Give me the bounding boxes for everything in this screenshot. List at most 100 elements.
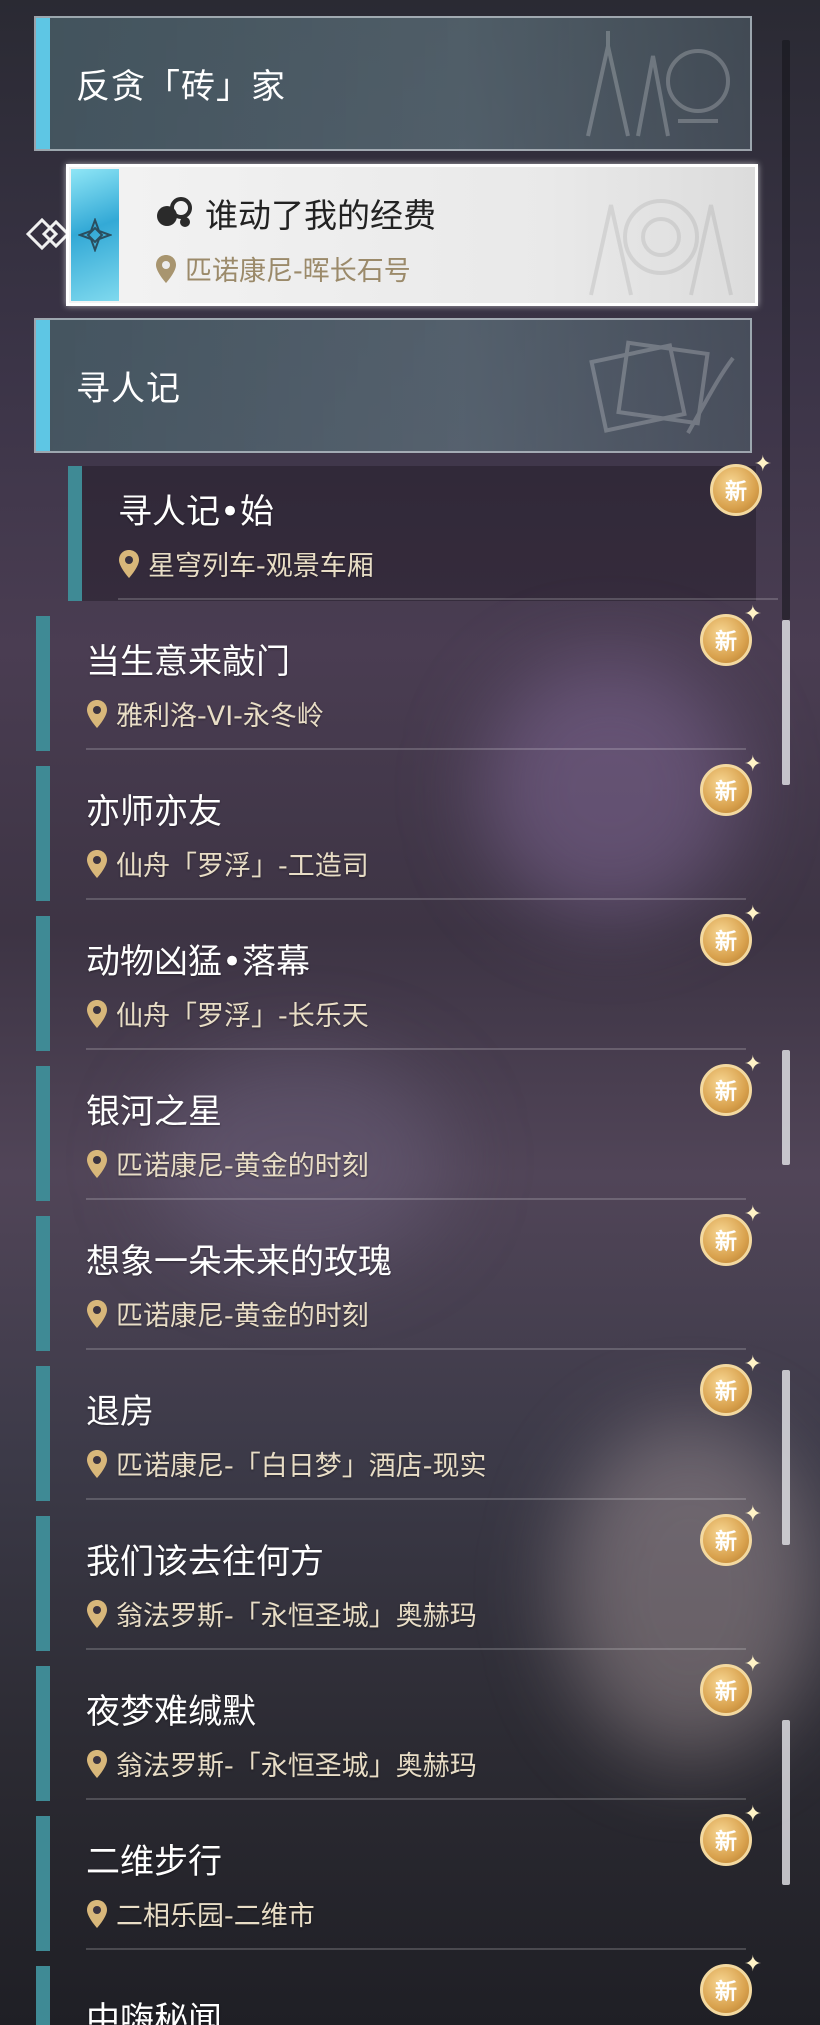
quest-title: 退房 [86,1392,154,1432]
quest-location: 星穹列车-观景车厢 [148,551,374,582]
quest-item[interactable]: 寻人记•始 星穹列车-观景车厢 [68,466,778,601]
quest-location-row: 二相乐园-二维市 [86,1894,315,1933]
quest-location: 翁法罗斯-「永恒圣城」奥赫玛 [116,1601,477,1632]
quest-item[interactable]: 中嗨秘闻 [36,1966,756,2025]
quest-location-row: 匹诺康尼-「白日梦」酒店-现实 [86,1444,487,1483]
category-label: 寻人记 [76,369,181,409]
card-emblem-icon [589,199,733,296]
divider [86,1798,746,1800]
category-header-anti-corruption[interactable]: 反贪「砖」家 [34,16,752,151]
selected-quest-location-row: 匹诺康尼-晖长石号 [155,249,411,288]
scrollbar-track[interactable] [782,40,790,620]
sparkle-icon: ✦ [753,452,772,477]
quest-item[interactable]: 我们该去往何方 翁法罗斯-「永恒圣城」奥赫玛 [36,1516,756,1651]
quest-location: 匹诺康尼-「白日梦」酒店-现实 [116,1451,487,1482]
quest-item[interactable]: 动物凶猛•落幕 仙舟「罗浮」-长乐天 [36,916,756,1051]
sparkle-icon: ✦ [743,902,762,927]
scrollbar-segment [782,1720,790,1885]
new-badge-icon: 新 ✦ [696,1504,762,1572]
quest-location-row: 匹诺康尼-黄金的时刻 [86,1294,369,1333]
category-label: 反贪「砖」家 [76,67,286,107]
quest-item[interactable]: 退房 匹诺康尼-「白日梦」酒店-现实 [36,1366,756,1501]
divider [86,1048,746,1050]
quest-location: 翁法罗斯-「永恒圣城」奥赫玛 [116,1751,477,1782]
crystal-marker [71,169,119,301]
selected-quest-title-row: 谁动了我的经费 [155,189,436,237]
quest-title: 二维步行 [86,1842,222,1882]
new-badge-icon: 新 ✦ [696,904,762,972]
map-pin-icon [87,999,107,1028]
quest-location: 仙舟「罗浮」-长乐天 [116,1001,369,1032]
quest-accent-bar [36,1366,50,1501]
category-accent [36,320,50,451]
quest-location-row: 仙舟「罗浮」-工造司 [86,844,369,883]
new-badge-icon: 新 ✦ [696,1054,762,1122]
map-pin-icon [87,1599,107,1628]
new-badge-icon: 新 ✦ [706,454,772,522]
category-emblem-icon [586,31,730,137]
new-badge-icon: 新 ✦ [696,1204,762,1272]
quest-location-row: 翁法罗斯-「永恒圣城」奥赫玛 [86,1744,477,1783]
quest-accent-bar [36,1816,50,1951]
new-badge-icon: 新 ✦ [696,604,762,672]
quest-item[interactable]: 银河之星 匹诺康尼-黄金的时刻 [36,1066,756,1201]
quest-title: 动物凶猛•落幕 [86,942,311,982]
selected-quest-location: 匹诺康尼-晖长石号 [185,256,411,287]
quest-title: 中嗨秘闻 [86,2000,222,2025]
category-header-missing-person[interactable]: 寻人记 [34,318,752,453]
quest-item[interactable]: 亦师亦友 仙舟「罗浮」-工造司 [36,766,756,901]
quest-title: 夜梦难缄默 [86,1692,256,1732]
quest-title: 亦师亦友 [86,792,222,832]
new-badge-icon: 新 ✦ [696,1804,762,1872]
divider [86,1948,746,1950]
quest-accent-bar [36,1216,50,1351]
map-pin-icon [87,1749,107,1778]
quest-item[interactable]: 二维步行 二相乐园-二维市 [36,1816,756,1951]
sparkle-icon: ✦ [743,1502,762,1527]
selected-quest-card[interactable]: 谁动了我的经费 匹诺康尼-晖长石号 [66,164,758,306]
sparkle-icon: ✦ [743,1202,762,1227]
sparkle-icon: ✦ [743,1952,762,1977]
new-badge-icon: 新 ✦ [696,1354,762,1422]
divider [86,1498,746,1500]
quest-location-row: 雅利洛-VI-永冬岭 [86,694,324,733]
new-badge-icon: 新 ✦ [696,1954,762,2022]
scrollbar-thumb[interactable] [782,620,790,785]
sparkle-icon: ✦ [743,1352,762,1377]
quest-title: 我们该去往何方 [86,1542,324,1582]
quest-accent-bar [36,766,50,901]
quest-accent-bar [36,1516,50,1651]
new-badge-icon: 新 ✦ [696,1654,762,1722]
scrollbar-segment [782,1370,790,1545]
sparkle-icon: ✦ [743,1802,762,1827]
map-pin-icon [156,254,176,283]
quest-item[interactable]: 夜梦难缄默 翁法罗斯-「永恒圣城」奥赫玛 [36,1666,756,1801]
category-accent [36,18,50,149]
divider [86,1348,746,1350]
map-pin-icon [87,699,107,728]
quest-location-row: 匹诺康尼-黄金的时刻 [86,1144,369,1183]
divider [86,748,746,750]
quest-location-row: 翁法罗斯-「永恒圣城」奥赫玛 [86,1594,477,1633]
scrollbar-segment [782,1050,790,1165]
map-pin-icon [87,1299,107,1328]
map-pin-icon [87,1149,107,1178]
quest-location: 雅利洛-VI-永冬岭 [116,701,324,732]
sparkle-icon: ✦ [743,602,762,627]
divider [86,1198,746,1200]
category-emblem-icon [589,340,735,434]
quest-accent-bar [36,616,50,751]
quest-title: 想象一朵未来的玫瑰 [86,1242,392,1282]
quest-location: 匹诺康尼-黄金的时刻 [116,1301,369,1332]
quest-accent-bar [36,1966,50,2025]
divider [118,598,778,600]
diamond-pointer-icon [25,217,68,251]
diamond-star-icon [78,218,112,252]
quest-accent-bar [36,1066,50,1201]
quest-item[interactable]: 当生意来敲门 雅利洛-VI-永冬岭 [36,616,756,751]
map-pin-icon [87,1449,107,1478]
quest-accent-bar [36,916,50,1051]
quest-location-row: 仙舟「罗浮」-长乐天 [86,994,369,1033]
quest-accent-bar [36,1666,50,1801]
quest-item[interactable]: 想象一朵未来的玫瑰 匹诺康尼-黄金的时刻 [36,1216,756,1351]
